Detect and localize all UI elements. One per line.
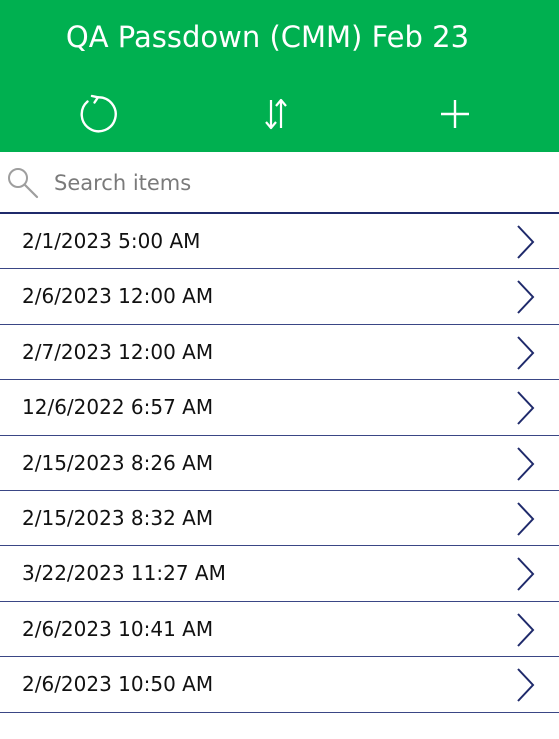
chevron-right-icon[interactable] — [512, 334, 538, 372]
chevron-right-icon[interactable] — [512, 555, 538, 593]
search-icon — [8, 168, 39, 199]
chevron-right-icon[interactable] — [512, 278, 538, 316]
chevron-right-icon[interactable] — [512, 500, 538, 538]
app-header: QA Passdown (CMM) Feb 23 — [0, 0, 559, 152]
list-item[interactable]: 2/1/2023 5:00 AM — [0, 214, 559, 270]
add-button[interactable] — [427, 86, 483, 142]
refresh-button[interactable] — [67, 86, 123, 142]
chevron-right-icon[interactable] — [512, 389, 538, 427]
list-item-label: 2/1/2023 5:00 AM — [22, 229, 201, 253]
list-item-label: 3/22/2023 11:27 AM — [22, 561, 226, 586]
search-input[interactable] — [54, 164, 534, 202]
chevron-right-icon[interactable] — [512, 666, 538, 704]
list-item-label: 2/6/2023 10:41 AM — [22, 616, 214, 641]
list-item[interactable]: 2/6/2023 10:50 AM — [0, 657, 559, 713]
search-bar — [0, 152, 559, 214]
list-item-label: 2/6/2023 12:00 AM — [22, 284, 214, 309]
list-item[interactable]: 12/6/2022 6:57 AM — [0, 380, 559, 436]
sort-button[interactable] — [248, 86, 304, 142]
chevron-right-icon[interactable] — [512, 445, 538, 483]
sort-icon — [265, 98, 287, 130]
list-item[interactable]: 2/7/2023 12:00 AM — [0, 325, 559, 381]
list-item[interactable]: 2/15/2023 8:26 AM — [0, 436, 559, 491]
list-item-label: 2/6/2023 10:50 AM — [22, 672, 214, 697]
list-item[interactable]: 2/6/2023 12:00 AM — [0, 269, 559, 325]
list-item[interactable]: 2/15/2023 8:32 AM — [0, 491, 559, 547]
list-item-label: 12/6/2022 6:57 AM — [22, 395, 214, 420]
screen-title: QA Passdown (CMM) Feb 23 — [65, 20, 470, 54]
chevron-right-icon[interactable] — [512, 223, 538, 261]
list-item[interactable]: 3/22/2023 11:27 AM — [0, 546, 559, 602]
list-item-label: 2/15/2023 8:32 AM — [22, 505, 214, 530]
list-item-label: 2/15/2023 8:26 AM — [22, 450, 214, 475]
chevron-right-icon[interactable] — [512, 611, 538, 649]
add-icon — [441, 100, 469, 128]
refresh-icon — [80, 94, 117, 133]
list-item-label: 2/7/2023 12:00 AM — [22, 339, 214, 364]
list-item[interactable]: 2/6/2023 10:41 AM — [0, 602, 559, 658]
items-gallery: 2/1/2023 5:00 AM 2/6/2023 12:00 AM 2/7/202… — [0, 214, 559, 713]
